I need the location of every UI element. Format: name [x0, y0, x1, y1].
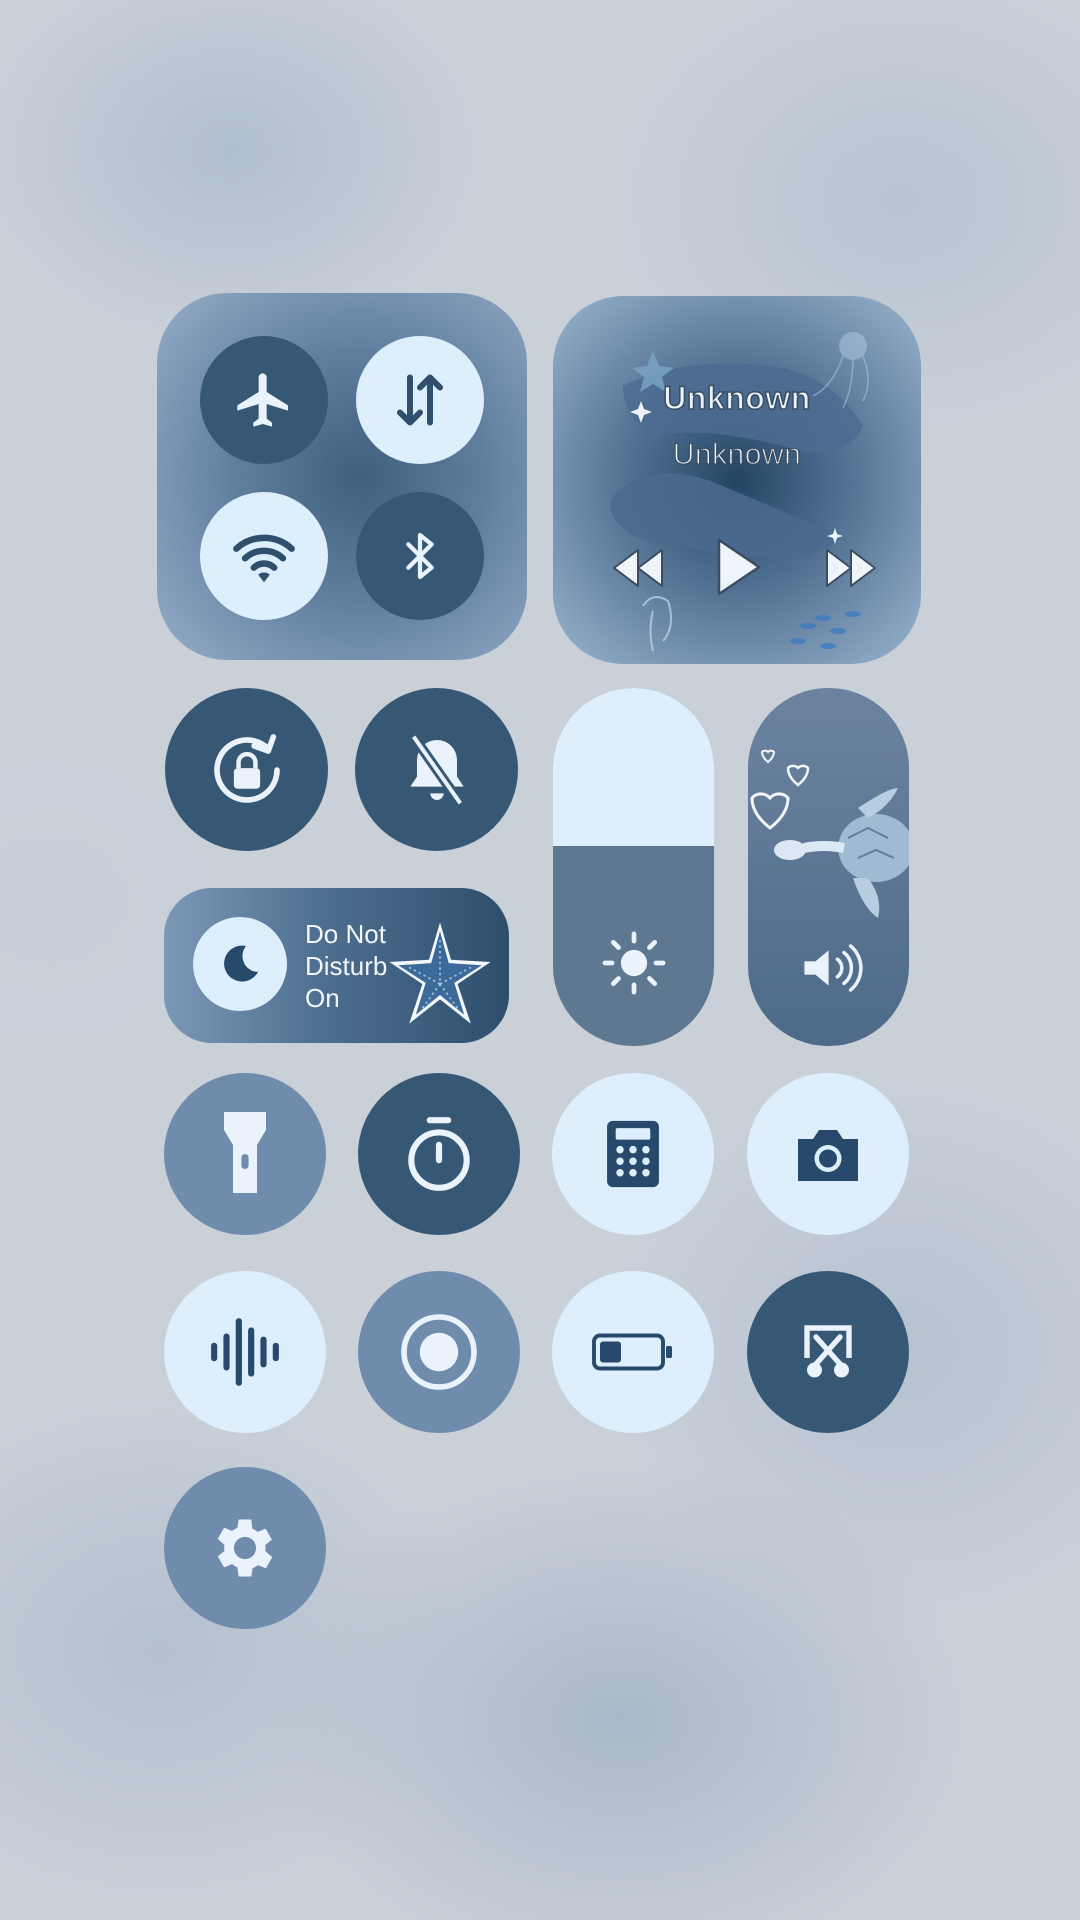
airplane-mode-toggle[interactable]	[200, 336, 328, 464]
camera-tile[interactable]	[747, 1073, 909, 1235]
wifi-icon	[233, 534, 295, 583]
calculator-icon	[607, 1120, 659, 1188]
speaker-icon	[804, 944, 863, 992]
flashlight-icon	[224, 1112, 266, 1193]
starfish-sticker-icon	[389, 922, 491, 1024]
moon-icon	[224, 945, 258, 982]
ocean-artwork-image	[610, 332, 869, 652]
screen-record-tile[interactable]	[358, 1271, 520, 1433]
media-player-panel[interactable]: Unknown Unknown	[553, 296, 921, 664]
do-not-disturb-toggle[interactable]: Do Not Disturb On	[164, 888, 509, 1043]
settings-tile[interactable]	[164, 1467, 326, 1629]
next-icon	[826, 549, 876, 587]
flashlight-tile[interactable]	[164, 1073, 326, 1235]
calculator-tile[interactable]	[552, 1073, 714, 1235]
previous-icon	[613, 549, 663, 587]
next-button[interactable]	[823, 546, 879, 590]
sea-turtle-image	[750, 749, 909, 918]
play-icon	[717, 538, 761, 596]
soundwave-icon	[211, 1318, 279, 1386]
media-artist: Unknown	[672, 437, 802, 471]
bluetooth-toggle[interactable]	[356, 492, 484, 620]
record-icon	[401, 1314, 477, 1390]
airplane-icon	[237, 373, 288, 427]
data-transfer-icon	[397, 374, 443, 426]
rotation-lock-toggle[interactable]	[165, 688, 328, 851]
rotation-lock-icon	[213, 733, 280, 803]
dnd-label: Do Not Disturb On	[305, 918, 387, 1014]
silent-mode-toggle[interactable]	[355, 688, 518, 851]
dnd-status: On	[305, 983, 340, 1013]
dnd-label-line2: Disturb	[305, 951, 388, 981]
battery-icon	[592, 1333, 672, 1371]
volume-slider[interactable]	[748, 688, 909, 1046]
sun-icon	[602, 931, 666, 995]
dnd-label-line1: Do Not	[305, 919, 386, 949]
timer-tile[interactable]	[358, 1073, 520, 1235]
wifi-toggle[interactable]	[200, 492, 328, 620]
stopwatch-icon	[408, 1117, 470, 1191]
mobile-data-toggle[interactable]	[356, 336, 484, 464]
camera-icon	[798, 1130, 858, 1181]
battery-saver-tile[interactable]	[552, 1271, 714, 1433]
media-title: Unknown	[663, 379, 811, 417]
screenshot-tile[interactable]	[747, 1271, 909, 1433]
bluetooth-icon	[406, 532, 434, 580]
brightness-slider-empty-track	[553, 688, 714, 846]
sound-recognition-tile[interactable]	[164, 1271, 326, 1433]
gear-icon	[217, 1519, 273, 1577]
bell-off-icon	[409, 733, 464, 806]
previous-button[interactable]	[610, 546, 666, 590]
screenshot-icon	[804, 1325, 852, 1378]
connectivity-panel	[157, 293, 527, 660]
moon-icon-circle	[193, 917, 287, 1011]
brightness-slider[interactable]	[553, 688, 714, 1046]
play-button[interactable]	[713, 536, 763, 603]
